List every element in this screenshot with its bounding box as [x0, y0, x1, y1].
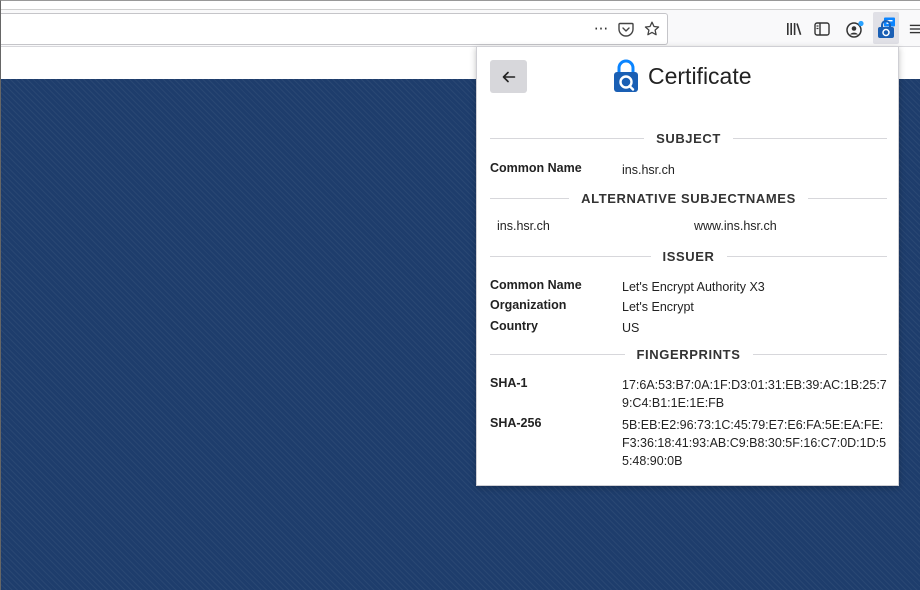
- field-label: Common Name: [490, 278, 582, 292]
- pocket-button[interactable]: [615, 18, 637, 40]
- fingerprints-heading: FINGERPRINTS: [490, 347, 888, 362]
- panel-title: Certificate: [648, 62, 752, 89]
- panel-header: Certificate: [612, 59, 752, 93]
- page-actions-button[interactable]: ···: [589, 18, 613, 40]
- alt-name-item: www.ins.hsr.ch: [694, 219, 777, 233]
- alt-name-item: ins.hsr.ch: [497, 219, 550, 233]
- bookmark-star-button[interactable]: [641, 18, 663, 40]
- field-label: Common Name: [490, 161, 582, 175]
- field-value: Let's Encrypt: [622, 300, 694, 314]
- back-arrow-icon: [502, 71, 515, 82]
- library-icon: [787, 23, 802, 35]
- subject-heading: SUBJECT: [490, 131, 888, 146]
- field-value: Let's Encrypt Authority X3: [622, 280, 765, 294]
- alternative-subject-names-heading: ALTERNATIVE SUBJECTNAMES: [490, 191, 887, 206]
- more-horiz-icon: ···: [593, 20, 609, 38]
- field-label: SHA-1: [490, 376, 528, 390]
- certificate-extension-icon: [878, 17, 895, 38]
- browser-window: ··· Certificate SUBJECT Common Name ins.…: [0, 0, 920, 590]
- field-label: SHA-256: [490, 416, 542, 430]
- pocket-icon: [618, 22, 634, 37]
- menu-button[interactable]: [909, 18, 920, 40]
- certificate-panel: Certificate SUBJECT Common Name ins.hsr.…: [476, 46, 899, 486]
- sidebar-icon: [814, 22, 830, 36]
- star-icon: [644, 21, 660, 36]
- library-button[interactable]: [782, 18, 806, 40]
- certificate-lock-icon: [614, 59, 638, 92]
- certificate-extension-button[interactable]: [873, 12, 899, 44]
- field-label: Organization: [490, 298, 567, 312]
- account-icon: [846, 20, 864, 38]
- issuer-heading: ISSUER: [490, 249, 888, 264]
- field-value: US: [622, 321, 640, 335]
- browser-toolbar: ···: [1, 9, 920, 47]
- back-button[interactable]: [490, 60, 527, 93]
- field-value: ins.hsr.ch: [622, 163, 675, 177]
- account-button[interactable]: [843, 18, 867, 40]
- field-value: 5B:EB:E2:96:73:1C:45:79:E7:E6:FA:5E:EA:F…: [622, 418, 887, 468]
- field-label: Country: [490, 319, 538, 333]
- address-bar[interactable]: [1, 13, 668, 45]
- sidebar-button[interactable]: [811, 18, 833, 40]
- hamburger-menu-icon: [909, 24, 920, 34]
- field-value: 17:6A:53:B7:0A:1F:D3:01:31:EB:39:AC:1B:2…: [622, 378, 887, 410]
